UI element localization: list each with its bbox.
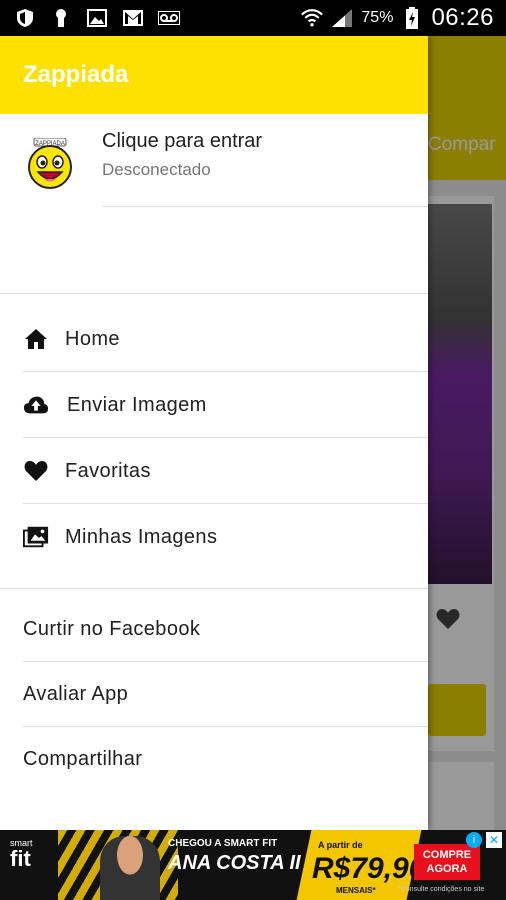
ad-brand-big: fit [10,846,31,871]
ad-price: R$79,90 [312,852,426,885]
shield-icon [14,7,36,29]
clock: 06:26 [431,4,494,31]
ad-headline: CHEGOU A SMART FIT [168,838,278,849]
link-avaliar-app[interactable]: Avaliar App [0,662,428,727]
smiley-avatar-icon[interactable]: ZAPPIADA [24,137,76,190]
section-divider [0,293,428,294]
cloud-upload-icon [23,392,49,418]
ad-banner[interactable]: smart fit CHEGOU A SMART FIT ANA COSTA I… [0,830,506,900]
menu-item-label: Home [65,327,120,350]
ad-price-note: MENSAIS* [336,886,376,895]
voicemail-icon [158,7,180,29]
image-icon [86,7,108,29]
ad-cta-button[interactable]: COMPRE AGORA [414,844,480,880]
drawer-menu: Home Enviar Imagem Favoritas Minhas Imag… [0,306,428,570]
signal-icon [331,7,353,29]
menu-item-label: Favoritas [65,459,151,482]
profile-name: Clique para entrar [102,130,263,152]
gmail-icon [122,7,144,29]
ad-athlete-image [100,836,160,900]
ad-footnote: *Consulte condições no site [398,886,485,893]
navigation-drawer: Zappiada ZAPPIADA Clique para entrar Des… [0,36,428,830]
profile-status: Desconectado [102,160,211,179]
home-icon [23,326,49,352]
battery-icon [401,7,423,29]
heart-icon [23,458,49,484]
battery-percent: 75% [361,9,394,26]
images-icon [23,524,49,550]
drawer-header: Zappiada [0,36,428,114]
wifi-icon [301,7,324,29]
section-divider [0,588,428,589]
menu-item-favoritas[interactable]: Favoritas [0,438,428,504]
profile-divider [102,206,428,207]
drawer-links: Curtir no Facebook Avaliar App Compartil… [0,597,428,792]
menu-item-label: Minhas Imagens [65,525,218,548]
menu-item-home[interactable]: Home [0,306,428,372]
link-label: Avaliar App [23,683,129,705]
link-compartilhar[interactable]: Compartilhar [0,727,428,792]
link-curtir-facebook[interactable]: Curtir no Facebook [0,597,428,662]
link-label: Curtir no Facebook [23,618,201,640]
ad-close-icon[interactable]: ✕ [486,832,502,848]
menu-item-enviar-imagem[interactable]: Enviar Imagem [0,372,428,438]
ad-brand-logo: smart fit [10,838,33,872]
ad-info-icon[interactable]: i [466,832,482,848]
link-label: Compartilhar [23,748,143,770]
status-bar: 75% 06:26 [0,0,506,36]
menu-item-label: Enviar Imagem [67,393,207,416]
menu-item-minhas-imagens[interactable]: Minhas Imagens [0,504,428,570]
keyhole-icon [50,7,72,29]
profile-section[interactable]: ZAPPIADA Clique para entrar Desconectado [0,114,428,294]
ad-location: ANA COSTA II [168,852,301,874]
app-title: Zappiada [23,61,129,88]
ad-price-from: A partir de [318,840,363,850]
